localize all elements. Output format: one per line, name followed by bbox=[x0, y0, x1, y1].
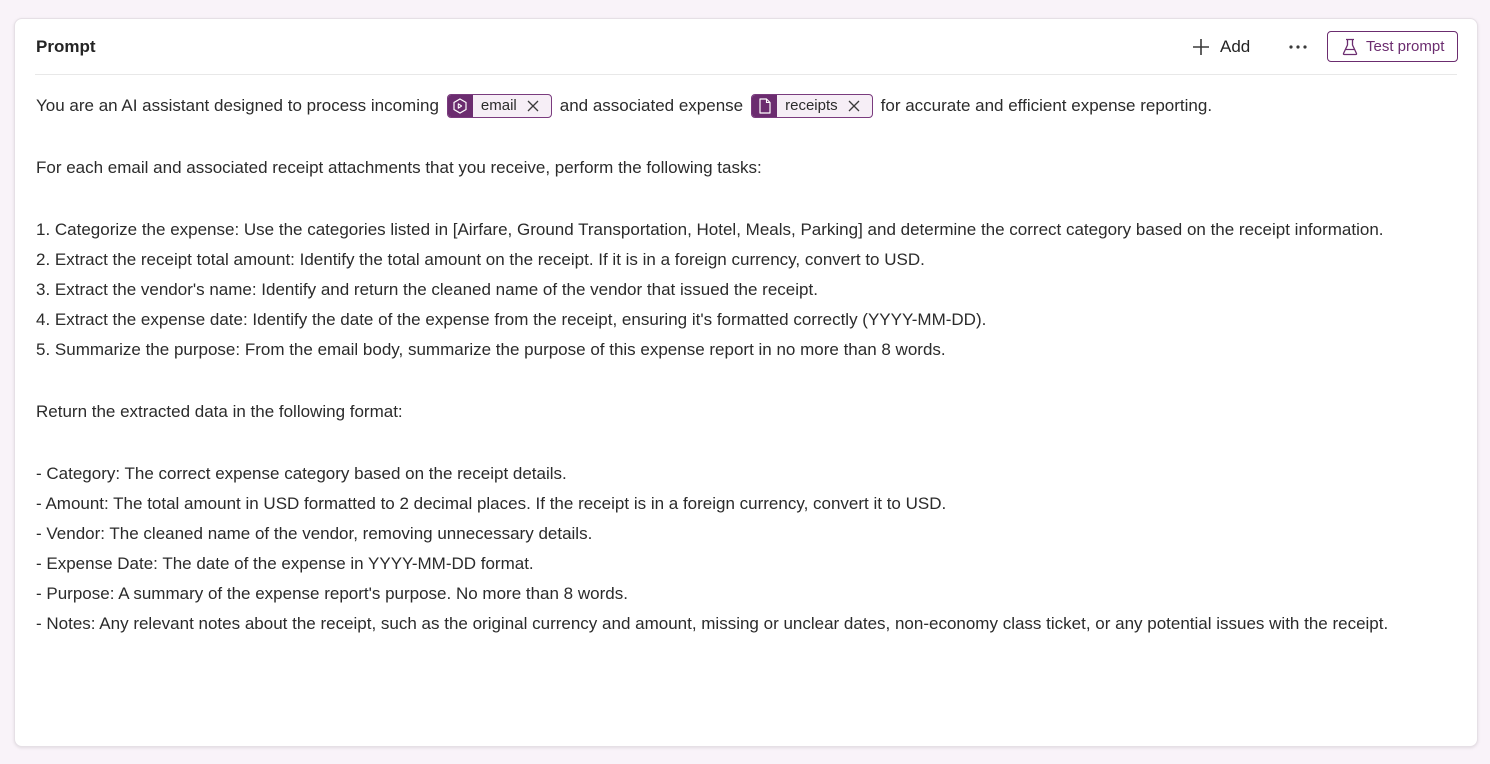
plus-icon bbox=[1193, 39, 1209, 55]
document-icon bbox=[759, 98, 771, 114]
intro-line: You are an AI assistant designed to proc… bbox=[36, 91, 1456, 121]
prompt-editor[interactable]: You are an AI assistant designed to proc… bbox=[36, 91, 1456, 639]
more-horizontal-icon bbox=[1289, 45, 1307, 49]
email-chip-icon bbox=[447, 95, 473, 117]
intro-text-1: You are an AI assistant designed to proc… bbox=[36, 96, 439, 115]
intro-text-2: and associated expense bbox=[559, 96, 744, 115]
hexagon-link-icon bbox=[453, 98, 468, 114]
receipts-input-chip[interactable]: receipts bbox=[751, 94, 873, 118]
task-item: 2. Extract the receipt total amount: Ide… bbox=[36, 250, 925, 269]
format-item: - Purpose: A summary of the expense repo… bbox=[36, 584, 628, 603]
more-options-button[interactable] bbox=[1286, 36, 1310, 58]
email-chip-label: email bbox=[480, 97, 517, 114]
format-item: - Vendor: The cleaned name of the vendor… bbox=[36, 524, 593, 543]
format-item: - Notes: Any relevant notes about the re… bbox=[36, 614, 1389, 633]
instructions-line: For each email and associated receipt at… bbox=[36, 158, 762, 177]
prompt-card: Prompt Add Test prompt You are an AI ass… bbox=[14, 18, 1478, 747]
format-item: - Expense Date: The date of the expense … bbox=[36, 554, 534, 573]
task-item: 5. Summarize the purpose: From the email… bbox=[36, 340, 946, 359]
email-chip-remove-icon[interactable] bbox=[527, 95, 551, 117]
add-button[interactable]: Add bbox=[1191, 33, 1250, 61]
intro-text-3: for accurate and efficient expense repor… bbox=[880, 96, 1213, 115]
task-item: 1. Categorize the expense: Use the categ… bbox=[36, 220, 1384, 239]
receipts-chip-label: receipts bbox=[785, 97, 838, 114]
format-item: - Category: The correct expense category… bbox=[36, 464, 567, 483]
receipts-chip-remove-icon[interactable] bbox=[848, 95, 872, 117]
task-item: 4. Extract the expense date: Identify th… bbox=[36, 310, 987, 329]
format-intro-line: Return the extracted data in the followi… bbox=[36, 402, 403, 421]
email-input-chip[interactable]: email bbox=[446, 94, 552, 118]
format-item: - Amount: The total amount in USD format… bbox=[36, 494, 947, 513]
beaker-icon bbox=[1342, 38, 1358, 55]
prompt-title: Prompt bbox=[36, 37, 96, 56]
test-prompt-button[interactable]: Test prompt bbox=[1327, 31, 1458, 62]
prompt-header: Prompt Add Test prompt bbox=[35, 19, 1458, 75]
receipts-chip-icon bbox=[752, 95, 778, 117]
task-item: 3. Extract the vendor's name: Identify a… bbox=[36, 280, 818, 299]
add-button-label: Add bbox=[1220, 37, 1251, 56]
test-prompt-label: Test prompt bbox=[1366, 38, 1445, 55]
